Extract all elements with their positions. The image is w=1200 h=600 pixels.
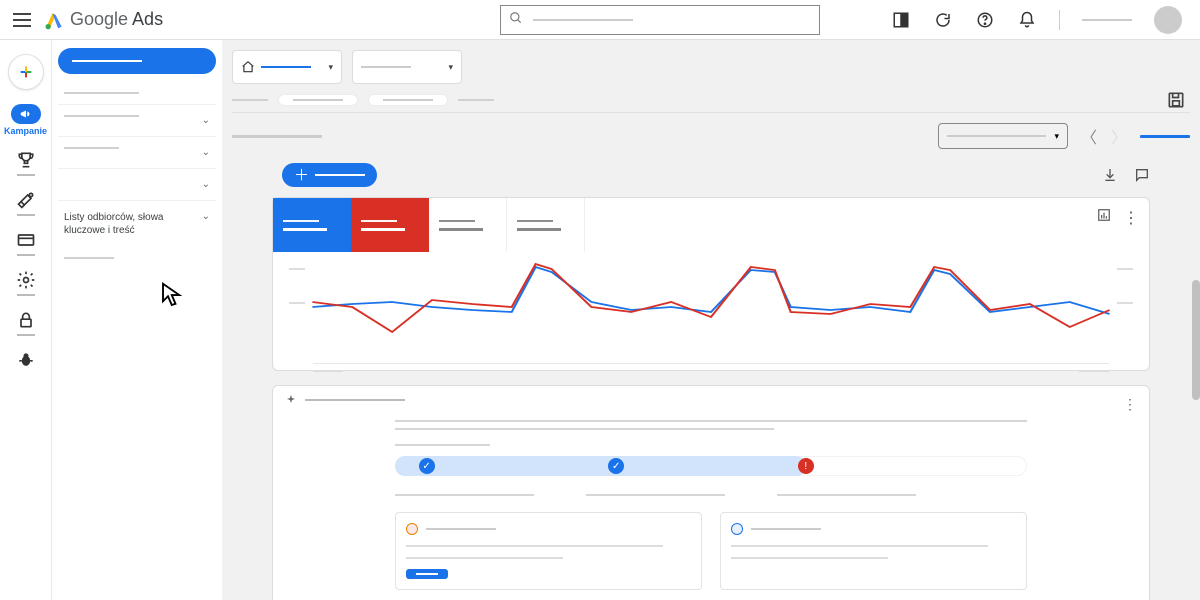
trophy-icon <box>16 150 36 170</box>
plus-icon <box>18 64 34 80</box>
warning-dot-icon <box>406 523 418 535</box>
chevron-down-icon: ⌄ <box>202 211 210 222</box>
rail-security[interactable] <box>0 304 51 342</box>
bug-icon <box>16 350 36 370</box>
appearance-icon[interactable] <box>891 10 911 30</box>
crumb-pill-1[interactable] <box>278 94 358 106</box>
metric-tab-4[interactable] <box>507 198 585 252</box>
main-content: ▾ ▾ ▾ 〈 〉 ＋ ⋮ <box>222 40 1200 600</box>
logo[interactable]: Google Ads <box>44 9 163 30</box>
home-icon <box>241 60 255 74</box>
recommendation-text <box>395 420 1027 446</box>
metric-tab-3[interactable] <box>429 198 507 252</box>
ads-logo-icon <box>44 10 64 30</box>
sidepanel-active-item[interactable] <box>58 48 216 74</box>
metric-tabs <box>273 198 1149 252</box>
search-icon <box>509 11 523 28</box>
progress-bar: ✓ ✓ ! <box>395 456 1027 476</box>
info-dot-icon <box>731 523 743 535</box>
chevron-down-icon: ⌄ <box>202 147 210 158</box>
date-next-button[interactable]: 〉 <box>1110 127 1128 145</box>
top-bar: Google Ads <box>0 0 1200 40</box>
search-input[interactable] <box>500 5 820 35</box>
line-chart <box>283 262 1139 362</box>
tools-icon <box>16 190 36 210</box>
rail-billing[interactable] <box>0 224 51 262</box>
save-icon[interactable] <box>1166 90 1186 110</box>
gear-icon <box>16 270 36 290</box>
rail-admin[interactable] <box>0 264 51 302</box>
campaign-scope-picker[interactable]: ▾ <box>352 50 462 84</box>
recommendation-title <box>305 399 405 401</box>
metric-tab-1[interactable] <box>273 198 351 252</box>
account-scope-picker[interactable]: ▾ <box>232 50 342 84</box>
tile-action-button[interactable] <box>406 569 448 579</box>
progress-labels <box>395 494 1027 496</box>
toolbar: ＋ <box>222 159 1200 197</box>
rail-tools[interactable] <box>0 184 51 222</box>
add-button[interactable]: ＋ <box>282 163 377 187</box>
step-badge-error: ! <box>798 458 814 474</box>
step-badge-done-1: ✓ <box>419 458 435 474</box>
page-title <box>232 135 322 138</box>
chart-settings-icon[interactable] <box>1097 208 1111 222</box>
sparkle-icon <box>285 394 297 406</box>
chevron-down-icon: ⌄ <box>202 115 210 126</box>
sidepanel-item-last[interactable] <box>58 257 216 259</box>
sidepanel-section-audience[interactable]: Listy odbiorców, słowa kluczowe i treść⌄ <box>58 200 216 247</box>
more-icon[interactable]: ⋮ <box>1123 396 1137 413</box>
subheader: ▾ 〈 〉 <box>222 113 1200 159</box>
menu-icon[interactable] <box>10 8 34 32</box>
card-icon <box>16 230 36 250</box>
create-button[interactable] <box>0 48 51 96</box>
megaphone-icon <box>19 107 33 121</box>
side-panel: ⌄ ⌄ ⌄ Listy odbiorców, słowa kluczowe i … <box>52 40 222 600</box>
active-tab-indicator <box>1140 135 1190 138</box>
account-name[interactable] <box>1082 19 1132 21</box>
scope-row: ▾ ▾ <box>222 40 1200 94</box>
rail-campaigns[interactable]: Kampanie <box>0 98 51 142</box>
date-range-picker[interactable]: ▾ <box>938 123 1068 149</box>
crumb-pill-2[interactable] <box>368 94 448 106</box>
left-rail: Kampanie <box>0 40 52 600</box>
chevron-down-icon: ▾ <box>328 62 333 73</box>
scrollbar[interactable] <box>1192 280 1200 400</box>
metric-tab-2[interactable] <box>351 198 429 252</box>
help-icon[interactable] <box>975 10 995 30</box>
sidepanel-section-2[interactable]: ⌄ <box>58 136 216 168</box>
plus-icon: ＋ <box>294 168 309 183</box>
recommendation-tiles <box>395 512 1027 590</box>
sidepanel-section-1[interactable]: ⌄ <box>58 104 216 136</box>
rail-bug[interactable] <box>0 344 51 380</box>
recommendation-tile-1[interactable] <box>395 512 702 590</box>
crumb-2[interactable] <box>458 99 494 101</box>
top-icon-group <box>891 6 1200 34</box>
chevron-down-icon: ▾ <box>1054 131 1059 142</box>
lock-icon <box>16 310 36 330</box>
rail-goals[interactable] <box>0 144 51 182</box>
breadcrumb <box>222 94 1200 112</box>
feedback-icon[interactable] <box>1134 167 1150 183</box>
date-prev-button[interactable]: 〈 <box>1080 127 1098 145</box>
chevron-down-icon: ⌄ <box>202 179 210 190</box>
step-badge-done-2: ✓ <box>608 458 624 474</box>
sidepanel-item-1[interactable] <box>58 82 216 104</box>
avatar[interactable] <box>1154 6 1182 34</box>
recommendation-card: ⋮ ✓ ✓ ! <box>272 385 1150 600</box>
metrics-chart-card: ⋮ <box>272 197 1150 371</box>
refresh-icon[interactable] <box>933 10 953 30</box>
logo-text: Google Ads <box>70 9 163 30</box>
download-icon[interactable] <box>1102 167 1118 183</box>
notifications-icon[interactable] <box>1017 10 1037 30</box>
crumb-1[interactable] <box>232 99 268 101</box>
chevron-down-icon: ▾ <box>448 62 453 73</box>
sidepanel-section-3[interactable]: ⌄ <box>58 168 216 200</box>
recommendation-tile-2[interactable] <box>720 512 1027 590</box>
more-icon[interactable]: ⋮ <box>1123 208 1139 228</box>
